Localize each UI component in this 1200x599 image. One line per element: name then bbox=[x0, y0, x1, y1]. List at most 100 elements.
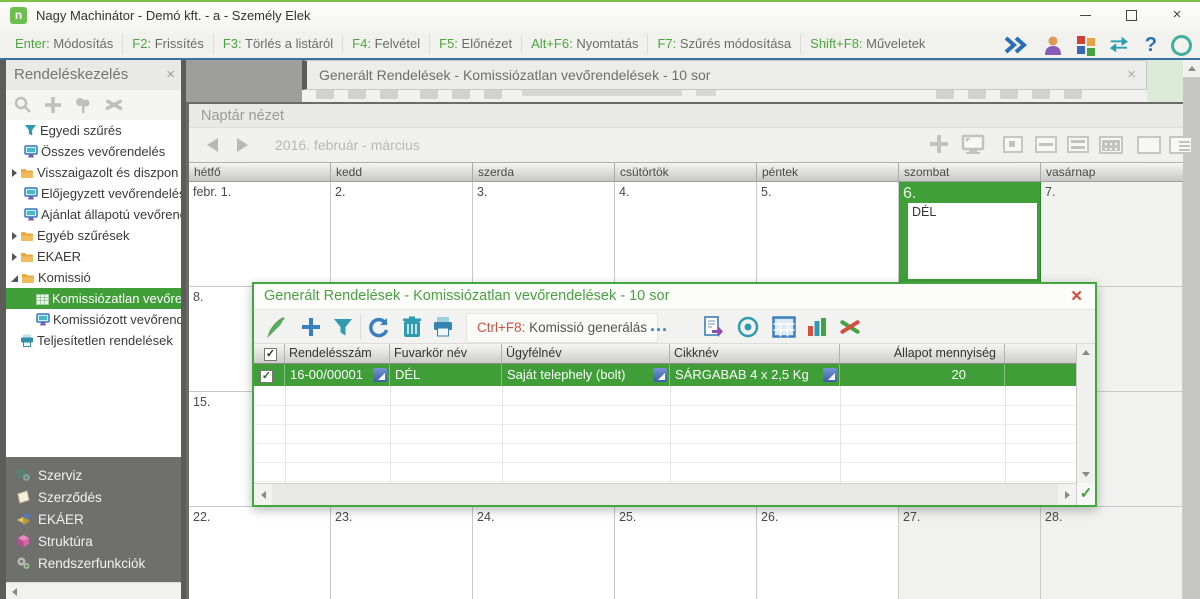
column-header-cikknev[interactable]: Cikknév bbox=[670, 344, 840, 363]
row-select-cell[interactable]: ✓ bbox=[254, 364, 285, 386]
main-tab-titlebar[interactable]: Generált Rendelések - Komissiózatlan vev… bbox=[302, 60, 1147, 90]
help-icon[interactable]: ? bbox=[1145, 34, 1157, 57]
tree-item-komissio[interactable]: Komissió bbox=[6, 267, 181, 288]
table-row[interactable] bbox=[254, 386, 1076, 406]
table-icon[interactable] bbox=[772, 316, 796, 338]
dialog-horizontal-scrollbar[interactable] bbox=[254, 483, 1076, 505]
komissio-generalas-button[interactable]: Ctrl+F8: Komissió generálás bbox=[466, 313, 658, 343]
section-szerviz[interactable]: Szerviz bbox=[6, 465, 181, 487]
lookup-button[interactable] bbox=[373, 368, 387, 382]
shortcut-nyomtatas[interactable]: Alt+F6: Nyomtatás bbox=[522, 34, 649, 54]
add-icon[interactable] bbox=[929, 134, 949, 154]
next-month-button[interactable] bbox=[237, 138, 248, 152]
calendar-cell[interactable]: 5. bbox=[757, 182, 899, 287]
more-actions-button[interactable]: ... bbox=[650, 310, 668, 342]
left-panel-horizontal-scrollbar[interactable] bbox=[6, 582, 181, 599]
column-header-fuvarkor-nev[interactable]: Fuvarkör név bbox=[390, 344, 502, 363]
calendar-cell[interactable]: 4. bbox=[615, 182, 757, 287]
filter-icon[interactable] bbox=[332, 316, 354, 338]
table-row[interactable] bbox=[254, 405, 1076, 425]
calendar-cell-selected[interactable]: 6. DÉL bbox=[899, 182, 1041, 287]
sync-arrows-icon[interactable] bbox=[1109, 36, 1131, 54]
calendar-cell[interactable]: 3. bbox=[473, 182, 615, 287]
week-view-icon[interactable] bbox=[1035, 136, 1057, 153]
section-rendszerfunkciok[interactable]: Rendszerfunkciók bbox=[6, 553, 181, 575]
modules-grid-icon[interactable] bbox=[1076, 36, 1095, 56]
tree-item-elojegyzett[interactable]: Előjegyzett vevőrendelés bbox=[6, 183, 181, 204]
maximize-button[interactable] bbox=[1108, 2, 1154, 30]
checkbox-checked-icon[interactable]: ✓ bbox=[264, 348, 277, 361]
calendar-cell[interactable]: 25. bbox=[615, 507, 757, 599]
minimize-button[interactable] bbox=[1062, 2, 1108, 30]
scroll-right-button[interactable] bbox=[1058, 484, 1076, 505]
close-button[interactable]: × bbox=[1154, 2, 1200, 30]
column-header-allapot-mennyiseg[interactable]: Állapot mennyiség bbox=[840, 344, 1005, 363]
print-icon[interactable] bbox=[432, 316, 454, 338]
scroll-up-icon[interactable] bbox=[1082, 350, 1090, 355]
calendar-cell[interactable]: 26. bbox=[757, 507, 899, 599]
section-ekaer[interactable]: EKÁER bbox=[6, 509, 181, 531]
tree-item-ekaer[interactable]: EKAER bbox=[6, 246, 181, 267]
calendar-cell[interactable]: 2. bbox=[331, 182, 473, 287]
table-row[interactable] bbox=[254, 424, 1076, 444]
lookup-button[interactable] bbox=[653, 368, 667, 382]
column-header-ugyfelnev[interactable]: Ügyfélnév bbox=[502, 344, 670, 363]
tree-item-visszaigazolt[interactable]: Visszaigazolt és diszpon bbox=[6, 162, 181, 183]
shortcut-felvetel[interactable]: F4: Felvétel bbox=[343, 34, 431, 54]
list-view-icon[interactable] bbox=[1169, 136, 1193, 154]
tree-item-teljesitetlen[interactable]: Teljesítetlen rendelések bbox=[6, 330, 181, 351]
lookup-button[interactable] bbox=[823, 368, 837, 382]
main-tab-close-button[interactable]: × bbox=[1127, 61, 1136, 89]
blank-view-icon[interactable] bbox=[1137, 136, 1161, 154]
add-icon[interactable] bbox=[44, 96, 62, 114]
cell-cikknev[interactable]: SÁRGABAB 4 x 2,5 Kg bbox=[670, 364, 840, 386]
delete-icon[interactable] bbox=[402, 316, 422, 338]
dialog-vertical-scrollbar[interactable] bbox=[1076, 344, 1095, 483]
tools-icon[interactable] bbox=[104, 96, 124, 114]
checkbox-checked-icon[interactable]: ✓ bbox=[260, 370, 273, 383]
calendar-entry[interactable]: DÉL bbox=[908, 203, 1037, 279]
section-szerzodes[interactable]: Szerződés bbox=[6, 487, 181, 509]
user-icon[interactable] bbox=[1043, 35, 1063, 55]
two-week-view-icon[interactable] bbox=[1067, 136, 1089, 153]
calendar-cell[interactable]: 7. bbox=[1041, 182, 1183, 287]
search-icon[interactable] bbox=[14, 96, 32, 114]
prev-month-button[interactable] bbox=[207, 138, 218, 152]
pin-tools-icon[interactable] bbox=[838, 316, 862, 338]
section-struktura[interactable]: Struktúra bbox=[6, 531, 181, 553]
tree-item-komissiozatlan-selected[interactable]: Komissiózatlan vevőre bbox=[6, 288, 181, 309]
calendar-cell[interactable]: 28. bbox=[1041, 507, 1183, 599]
select-all-header[interactable]: ✓ bbox=[254, 344, 285, 363]
scroll-left-icon[interactable] bbox=[12, 588, 17, 596]
scroll-down-icon[interactable] bbox=[1082, 472, 1090, 477]
calendar-cell[interactable]: febr. 1. bbox=[189, 182, 331, 287]
monitor-icon[interactable] bbox=[961, 134, 985, 155]
table-row[interactable] bbox=[254, 443, 1076, 463]
calendar-cell[interactable]: 23. bbox=[331, 507, 473, 599]
day-view-icon[interactable] bbox=[1003, 136, 1023, 153]
cell-ugyfelnev[interactable]: Saját telephely (bolt) bbox=[502, 364, 670, 386]
cell-allapot-mennyiseg[interactable]: 20 bbox=[840, 364, 1005, 386]
chart-icon[interactable] bbox=[806, 316, 828, 338]
shortcut-elonezet[interactable]: F5: Előnézet bbox=[430, 34, 523, 54]
calendar-cell[interactable]: 22. bbox=[189, 507, 331, 599]
shortcut-frissites[interactable]: F2: Frissítés bbox=[123, 34, 214, 54]
cell-rendelesszam[interactable]: 16-00/00001 bbox=[285, 364, 390, 386]
confirm-button[interactable]: ✓ bbox=[1076, 483, 1095, 505]
refresh-icon[interactable] bbox=[368, 316, 390, 338]
shortcut-torles[interactable]: F3: Törlés a listáról bbox=[214, 34, 344, 54]
month-view-icon[interactable] bbox=[1099, 136, 1123, 154]
scroll-up-button[interactable] bbox=[1183, 60, 1200, 77]
view-icon[interactable] bbox=[736, 316, 760, 338]
calendar-cell[interactable]: 27. bbox=[899, 507, 1041, 599]
tree-item-egyedi-szures[interactable]: Egyedi szűrés bbox=[6, 120, 181, 141]
tree-item-komissiozott[interactable]: Komissiózott vevőrend bbox=[6, 309, 181, 330]
edit-pencil-icon[interactable] bbox=[266, 316, 288, 338]
expander-collapsed-icon[interactable] bbox=[12, 232, 17, 240]
tree-item-osszes-vevorendeles[interactable]: Összes vevőrendelés bbox=[6, 141, 181, 162]
table-row[interactable] bbox=[254, 462, 1076, 482]
export-icon[interactable] bbox=[702, 316, 724, 338]
shortcut-muveletek[interactable]: Shift+F8: Műveletek bbox=[801, 34, 934, 54]
column-header-rendelesszam[interactable]: Rendelésszám bbox=[285, 344, 390, 363]
tree-item-egyeb-szuresek[interactable]: Egyéb szűrések bbox=[6, 225, 181, 246]
